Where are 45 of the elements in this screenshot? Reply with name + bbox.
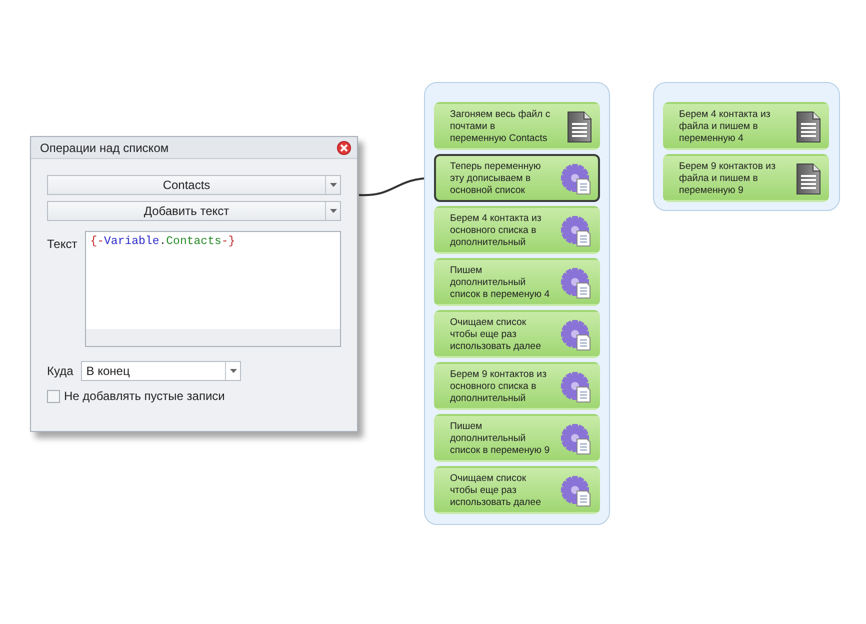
gear-document-icon — [560, 474, 592, 506]
text-editor[interactable]: {-Variable.Contacts-} — [85, 231, 341, 347]
action-node[interactable]: Берем 9 контактов из файла и пишем в переменную 9 — [663, 154, 829, 202]
node-text: Загоняем весь файл с почтами в переменную Contacts — [450, 108, 552, 144]
checkbox[interactable] — [47, 390, 60, 402]
node-text: Очищаем список чтобы еще раз использовать далее — [450, 472, 542, 508]
action-node[interactable]: Берем 4 контакта из основного списка в дополнительный — [434, 206, 600, 254]
node-text: Теперь переменную эту дописываем в основной список — [450, 160, 542, 196]
target-label: Куда — [47, 363, 74, 380]
action-node[interactable]: Берем 4 контакта из файла и пишем в переменную 4 — [663, 102, 829, 150]
gear-document-icon — [560, 318, 592, 350]
close-button[interactable] — [337, 140, 351, 154]
node-text: Берем 9 контактов из основного списка в дополнительный — [450, 368, 548, 404]
node-text: Очищаем список чтобы еще раз использовать далее — [450, 316, 542, 352]
operation-dropdown[interactable]: Добавить текст — [47, 201, 341, 221]
code-text: {-Variable.Contacts-} — [89, 234, 236, 250]
document-icon — [795, 110, 821, 142]
node-text: Пишем дополнительный список в переменую 4 — [450, 264, 551, 300]
gear-document-icon — [560, 266, 592, 298]
action-node[interactable]: Очищаем список чтобы еще раз использовать далее — [434, 466, 600, 514]
action-node[interactable]: Берем 9 контактов из основного списка в дополнительный — [434, 362, 600, 410]
dropdown-arrow-icon — [230, 369, 237, 373]
text-label: Текст — [47, 236, 78, 253]
document-icon — [795, 162, 821, 194]
node-text: Берем 4 контакта из файла и пишем в переменную 4 — [679, 108, 772, 144]
target-dropdown[interactable]: В конец — [81, 361, 242, 381]
action-node[interactable]: Пишем дополнительный список в переменую 9 — [434, 414, 600, 462]
dropdown-arrow-icon — [330, 183, 336, 187]
action-node[interactable]: Теперь переменную эту дописываем в основной список — [434, 154, 600, 202]
gear-document-icon — [560, 370, 592, 402]
document-icon — [566, 110, 592, 142]
gear-document-icon — [560, 214, 592, 246]
list-dropdown[interactable]: Contacts — [47, 175, 341, 195]
dropdown-arrow-icon — [330, 209, 336, 213]
node-text: Берем 9 контактов из файла и пишем в переменную 9 — [679, 160, 777, 196]
node-text: Пишем дополнительный список в переменую 9 — [450, 420, 551, 456]
action-node[interactable]: Очищаем список чтобы еще раз использовать далее — [434, 310, 600, 358]
dialog-title: Операции над списком — [40, 140, 169, 156]
checkbox-label: Не добавлять пустые записи — [64, 388, 225, 405]
close-icon — [340, 144, 348, 152]
action-node[interactable]: Пишем дополнительный список в переменую 4 — [434, 258, 600, 306]
action-node[interactable]: Загоняем весь файл с почтами в переменную Contacts — [434, 102, 600, 150]
node-text: Берем 4 контакта из основного списка в дополнительный — [450, 212, 542, 248]
gear-document-icon — [560, 422, 592, 454]
gear-document-icon — [560, 162, 592, 194]
